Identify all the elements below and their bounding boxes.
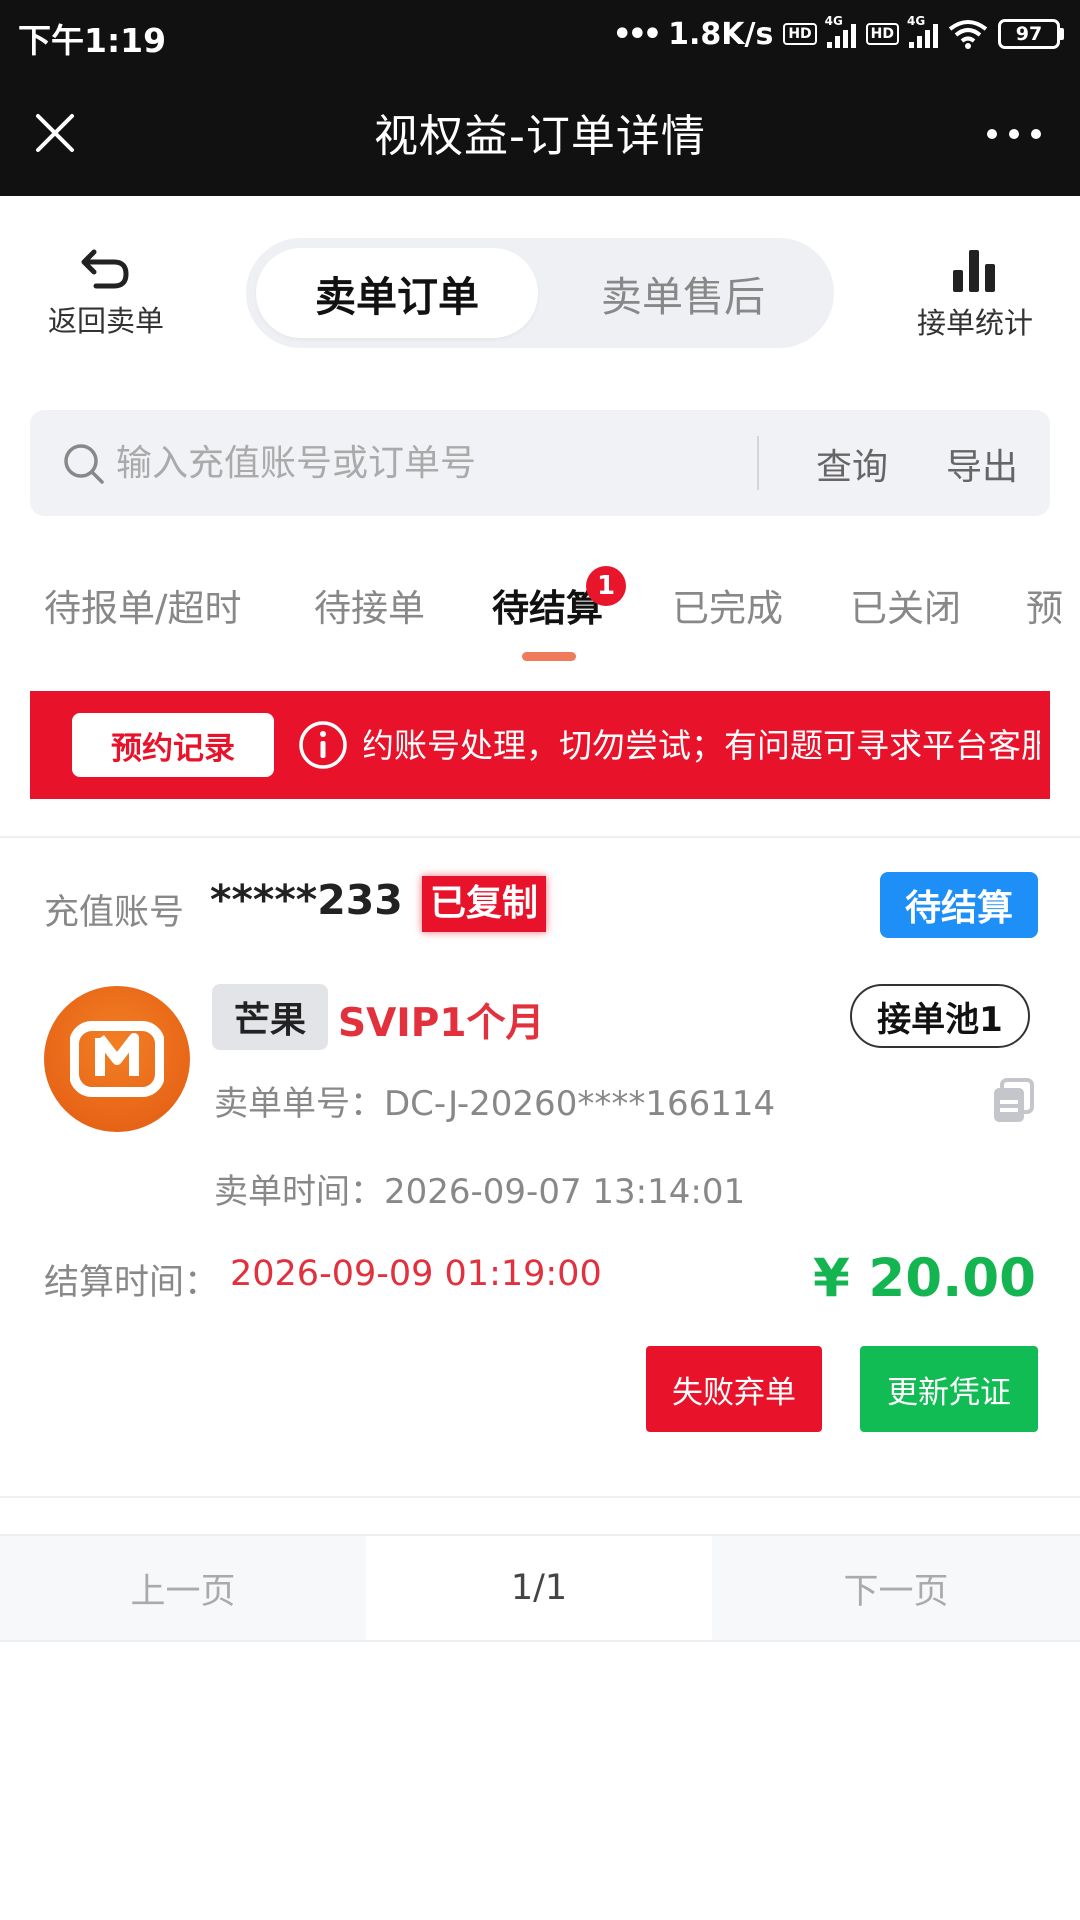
mango-tv-logo [44,986,190,1132]
status-dots: ••• [612,16,662,52]
search-bar: 查询 导出 [30,410,1050,516]
next-page-button[interactable]: 下一页 [712,1536,1080,1640]
query-button[interactable]: 查询 [816,438,888,490]
mango-logo-icon [70,1021,164,1097]
segment-sell-orders[interactable]: 卖单订单 [256,248,538,338]
divider-2 [0,1496,1080,1498]
status-badge: 待结算 [880,872,1038,938]
status-indicators: ••• 1.8K/s HD 4G HD 4G 97 [613,14,1064,54]
account-value[interactable]: *****233 [210,876,403,924]
pagination: 上一页 1/1 下一页 [0,1534,1080,1642]
more-icon[interactable] [984,116,1044,152]
search-icon [64,444,104,484]
tab-count-badge: 1 [586,566,626,606]
notice-text: 注意：请勿使用已预约账号处理，切勿尝试；有问题可寻求平台客服 [364,726,1040,765]
order-number-row: 卖单单号：DC-J-20260****166114 [214,1076,775,1125]
notice-marquee: 注意：请勿使用已预约账号处理，切勿尝试；有问题可寻求平台客服 [364,719,1040,771]
settle-time-label: 结算时间： [44,1263,220,1303]
account-label: 充值账号 [44,893,185,933]
divider [0,836,1080,838]
undo-icon [81,249,129,289]
notice-bar: 预约记录 注意：请勿使用已预约账号处理，切勿尝试；有问题可寻求平台客服 [30,691,1050,799]
order-stats-button[interactable]: 接单统计 [900,246,1050,342]
network-type-2: 4G [907,14,926,28]
order-number-label: 卖单单号： [214,1084,384,1124]
segment-after-sale[interactable]: 卖单售后 [542,248,824,338]
back-label: 返回卖单 [47,304,164,338]
fail-abandon-button[interactable]: 失败弃单 [646,1346,822,1432]
order-type-segment: 卖单订单 卖单售后 [246,238,834,348]
order-number: DC-J-20260****166114 [384,1084,776,1124]
page-title: 视权益-订单详情 [374,111,706,162]
sell-time: 2026-09-07 13:14:01 [384,1172,746,1212]
sell-time-label: 卖单时间： [214,1172,384,1212]
signal-icon-2: 4G [907,14,938,48]
brand-tag: 芒果 [212,984,328,1050]
order-pool-badge: 接单池1 [850,984,1030,1048]
update-voucher-button[interactable]: 更新凭证 [860,1346,1038,1432]
info-icon [299,721,347,769]
search-divider [757,436,759,490]
stats-label: 接单统计 [916,306,1033,340]
title-bar: 视权益-订单详情 [0,74,1080,196]
page-indicator: 1/1 [510,1568,568,1608]
network-speed: 1.8K/s [668,16,774,52]
tab-completed[interactable]: 已完成 [672,578,783,632]
network-type: 4G [824,14,843,28]
sell-time-row: 卖单时间：2026-09-07 13:14:01 [214,1164,745,1213]
settle-time: 2026-09-09 01:19:00 [230,1254,602,1294]
search-input[interactable] [116,433,716,493]
product-name: SVIP1个月 [338,1001,545,1046]
copied-toast: 已复制 [422,876,546,932]
battery-icon: 97 [998,19,1064,49]
bar-chart-icon [953,250,995,292]
back-to-sell-button[interactable]: 返回卖单 [36,246,176,340]
order-price: ¥ 20.00 [813,1248,1036,1309]
status-tabs: 待报单/超时 待接单 待结算 已完成 已关闭 预 1 [0,566,1080,666]
hd-icon: HD [783,23,817,45]
tab-closed[interactable]: 已关闭 [850,578,961,632]
export-button[interactable]: 导出 [946,438,1018,490]
tab-reserved[interactable]: 预 [1026,578,1063,632]
reservation-record-button[interactable]: 预约记录 [72,713,274,777]
status-bar: 下午1:19 ••• 1.8K/s HD 4G HD 4G 97 [0,0,1080,74]
battery-level: 97 [998,19,1060,49]
tab-pending-accept[interactable]: 待接单 [314,578,425,632]
tab-pending-report[interactable]: 待报单/超时 [44,578,241,632]
signal-icon: 4G [825,14,856,48]
status-time: 下午1:19 [18,21,167,60]
hd-icon-2: HD [865,23,899,45]
wifi-icon [948,20,988,49]
copy-icon[interactable] [990,1078,1036,1124]
active-tab-indicator [522,652,576,661]
prev-page-button[interactable]: 上一页 [0,1536,366,1640]
